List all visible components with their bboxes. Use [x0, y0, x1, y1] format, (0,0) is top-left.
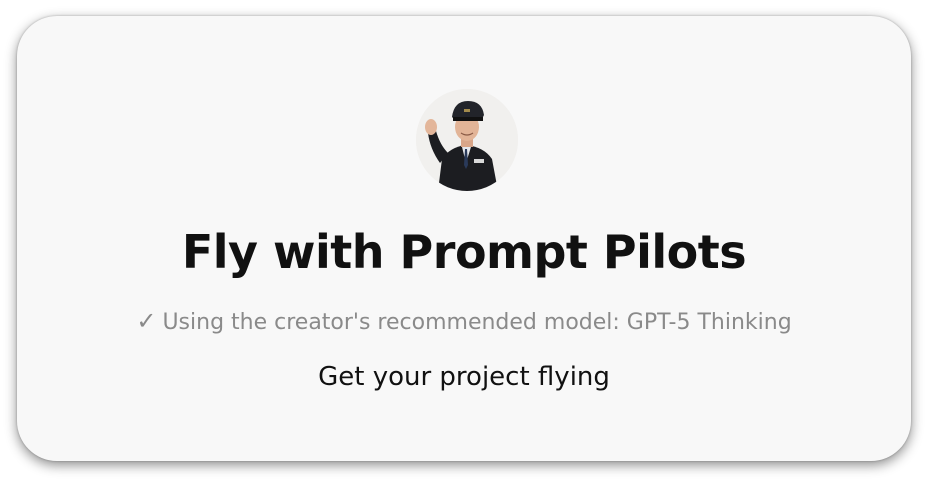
recommended-model-text: Using the creator's recommended model: G… — [162, 310, 792, 335]
gpt-description: Get your project flying — [318, 362, 610, 392]
avatar — [416, 89, 518, 191]
checkmark-icon: ✓ — [136, 307, 157, 335]
pilot-avatar-image — [416, 89, 518, 191]
recommended-model-note: ✓ Using the creator's recommended model: … — [17, 306, 911, 338]
gpt-intro-card: Fly with Prompt Pilots ✓ Using the creato… — [17, 16, 911, 461]
gpt-title: Fly with Prompt Pilots — [181, 225, 747, 279]
